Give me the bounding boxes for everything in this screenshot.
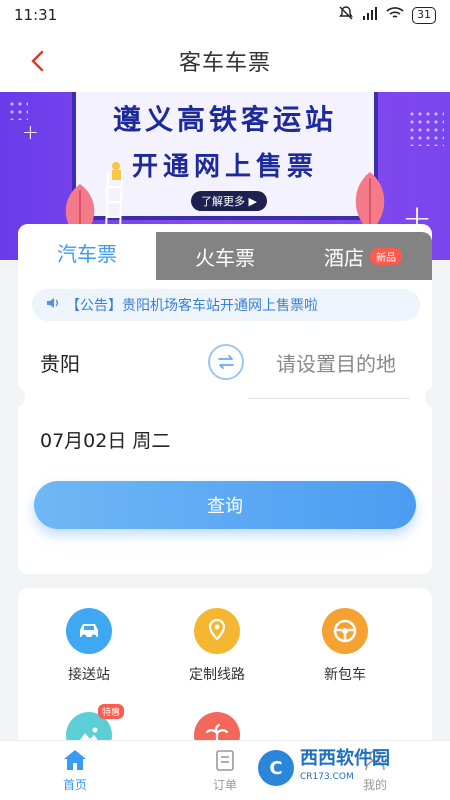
watermark-url: CR173.COM [300,772,354,782]
mute-icon [338,5,354,25]
nav-label: 订单 [212,778,237,792]
new-badge: 新品 [370,247,402,265]
order-icon [216,750,234,771]
watermark-logo: C 西西软件园 CR173.COM [258,748,438,788]
decor-dots [8,100,28,120]
tab-hotel[interactable]: 酒店 新品 [294,232,432,280]
service-custom-route[interactable]: 定制线路 [162,608,272,684]
car-icon [66,608,112,654]
watermark-logo-icon: C [258,750,294,786]
status-bar: 11:31 31 [0,0,450,30]
announcement-text: 【公告】贵阳机场客车站开通网上售票啦 [66,298,318,314]
speaker-icon [46,296,60,314]
title-bar: 客车车票 [0,30,450,92]
learn-more-button[interactable]: 了解更多 ▶ [191,191,267,211]
announcement-bar[interactable]: 【公告】贵阳机场客车站开通网上售票啦 [32,289,420,321]
booking-card: 汽车票 火车票 酒店 新品 【公告】贵阳机场客车站开通网上售票啦 贵阳 请设置目… [11,224,439,574]
tab-label: 酒店 [324,245,364,270]
battery-icon: 31 [412,6,436,24]
tab-train-ticket[interactable]: 火车票 [156,232,294,280]
status-time: 11:31 [14,6,58,24]
destination-underline [248,398,410,399]
nav-label: 首页 [62,778,87,792]
tab-label: 火车票 [195,245,255,270]
service-label: 新包车 [324,667,366,683]
ticket-tabs: 汽车票 火车票 酒店 新品 [18,224,432,280]
services-panel: 接送站 定制线路 新包车 特惠 [18,588,432,758]
wifi-icon [386,6,404,24]
signal-icon [362,6,378,24]
service-label: 定制线路 [189,667,245,683]
route-selector: 贵阳 请设置目的地 [18,334,432,404]
page-title: 客车车票 [178,51,271,76]
swap-icon [218,355,234,369]
steering-wheel-icon [322,608,368,654]
service-pickup[interactable]: 接送站 [34,608,144,684]
ticket-notch [425,386,439,408]
tab-bus-ticket[interactable]: 汽车票 [18,224,156,280]
query-button[interactable]: 查询 [34,481,416,529]
service-label: 接送站 [68,667,110,683]
status-icons: 31 [338,5,436,25]
decor-plus-icon: + [22,120,39,144]
map-pin-icon [194,608,240,654]
tab-label: 汽车票 [57,241,117,266]
swap-button[interactable] [208,344,244,380]
home-icon [64,750,86,770]
nav-home[interactable]: 首页 [0,741,150,800]
watermark-name: 西西软件园 [300,748,390,769]
back-button[interactable] [22,46,52,76]
decor-dots [408,110,444,146]
special-offer-tag: 特惠 [97,704,124,719]
destination-input[interactable]: 请设置目的地 [276,348,396,377]
chevron-left-icon [31,50,44,72]
service-charter[interactable]: 新包车 [290,608,400,684]
departure-date[interactable]: 07月02日 周二 [40,426,170,453]
watermark-text: 西西软件园 CR173.COM [300,750,390,786]
banner-headline: 遵义高铁客运站 [112,103,337,136]
departure-city[interactable]: 贵阳 [40,348,80,377]
